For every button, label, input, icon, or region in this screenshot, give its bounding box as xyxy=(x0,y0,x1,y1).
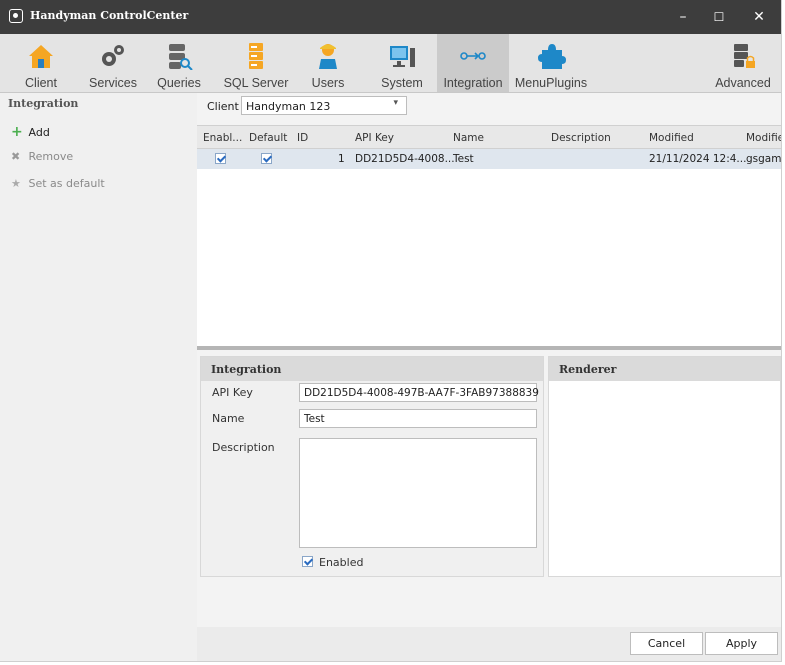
title-bar: Handyman ControlCenter – ☐ ✕ xyxy=(0,0,781,34)
integration-panel-header: Integration xyxy=(201,357,543,381)
remove-button[interactable]: ✖ Remove xyxy=(11,150,73,163)
ribbon-system-label: System xyxy=(381,76,423,90)
x-icon: ✖ xyxy=(11,150,21,163)
row-default-checkbox[interactable] xyxy=(261,153,272,164)
enabled-checkbox[interactable] xyxy=(302,556,313,567)
renderer-panel-title: Renderer xyxy=(559,363,617,376)
splitter[interactable] xyxy=(197,346,781,350)
chevron-down-icon: ▾ xyxy=(393,98,398,108)
renderer-panel: Renderer xyxy=(548,356,781,577)
apply-button[interactable]: Apply xyxy=(705,632,778,655)
puzzle-icon xyxy=(538,44,566,69)
server-stack-icon xyxy=(249,43,263,69)
grid-header: Enabl... Default ID API Key Name Descrip… xyxy=(197,126,781,149)
ribbon-integration-label: Integration xyxy=(443,76,503,90)
ribbon-integration-button[interactable]: Integration xyxy=(437,34,509,92)
ribbon-menuplugins-label: MenuPlugins xyxy=(514,76,588,90)
app-logo-icon xyxy=(9,9,23,23)
gears-icon xyxy=(102,45,124,66)
ribbon-users-label: Users xyxy=(311,76,345,90)
set-as-default-button[interactable]: ★ Set as default xyxy=(11,177,105,190)
sidebar-header: Integration xyxy=(8,97,79,110)
ribbon-system-button[interactable]: System xyxy=(370,34,434,92)
name-value: Test xyxy=(304,413,325,425)
renderer-canvas xyxy=(549,381,780,576)
ribbon-queries-label: Queries xyxy=(157,76,201,90)
name-field[interactable]: Test xyxy=(299,409,537,428)
name-label: Name xyxy=(212,412,245,425)
ribbon-menuplugins-button[interactable]: MenuPlugins xyxy=(512,34,590,92)
api-key-field[interactable]: DD21D5D4-4008-497B-AA7F-3FAB97388839 xyxy=(299,383,539,402)
client-select-value: Handyman 123 xyxy=(246,100,331,113)
maximize-button[interactable]: ☐ xyxy=(701,0,737,34)
application-window: Handyman ControlCenter – ☐ ✕ Client Serv… xyxy=(0,0,782,662)
row-enabled-checkbox[interactable] xyxy=(215,153,226,164)
house-icon xyxy=(29,45,53,68)
client-select[interactable]: Handyman 123 ▾ xyxy=(241,96,407,115)
minimize-button[interactable]: – xyxy=(665,0,701,34)
user-icon xyxy=(319,44,337,69)
row-api-key: DD21D5D4-4008... xyxy=(355,153,455,165)
column-name[interactable]: Name xyxy=(453,132,484,144)
add-button[interactable]: + Add xyxy=(11,124,50,140)
database-search-icon xyxy=(169,44,193,70)
add-label: Add xyxy=(28,126,50,139)
client-label: Client xyxy=(207,100,239,113)
star-icon: ★ xyxy=(11,177,21,190)
cancel-button[interactable]: Cancel xyxy=(630,632,703,655)
description-label: Description xyxy=(212,441,275,454)
ribbon-sql-server-button[interactable]: SQL Server xyxy=(220,34,292,92)
close-button[interactable]: ✕ xyxy=(741,0,777,34)
computer-icon xyxy=(390,46,415,67)
ribbon-services-label: Services xyxy=(89,76,137,90)
ribbon-queries-button[interactable]: Queries xyxy=(150,34,208,92)
column-description[interactable]: Description xyxy=(551,132,611,144)
footer-bar: Cancel Apply xyxy=(197,627,781,661)
table-row[interactable]: 1 DD21D5D4-4008... Test 21/11/2024 12:4.… xyxy=(197,149,781,169)
integration-arrow-icon xyxy=(460,52,486,60)
description-field[interactable] xyxy=(299,438,537,548)
ribbon-toolbar: Client Services Queries SQL Server Users… xyxy=(0,34,781,93)
main-content: Client Handyman 123 ▾ Enabl... Default I… xyxy=(197,93,781,661)
server-lock-icon xyxy=(734,44,755,68)
plus-icon: + xyxy=(11,124,23,140)
column-modified[interactable]: Modified xyxy=(649,132,694,144)
column-api-key[interactable]: API Key xyxy=(355,132,394,144)
api-key-label: API Key xyxy=(212,386,253,399)
ribbon-advanced-label: Advanced xyxy=(715,76,771,90)
ribbon-users-button[interactable]: Users xyxy=(298,34,358,92)
row-modified: 21/11/2024 12:4... xyxy=(649,153,747,165)
integrations-grid: Enabl... Default ID API Key Name Descrip… xyxy=(197,125,781,346)
integration-panel-title: Integration xyxy=(211,363,282,376)
enabled-label: Enabled xyxy=(319,556,364,569)
remove-label: Remove xyxy=(28,150,74,163)
row-modified-by: gsgama xyxy=(746,153,782,165)
renderer-panel-header: Renderer xyxy=(549,357,780,381)
sidebar: Integration + Add ✖ Remove ★ Set as defa… xyxy=(0,93,197,661)
integration-panel: Integration API Key DD21D5D4-4008-497B-A… xyxy=(200,356,544,577)
row-name: Test xyxy=(453,153,474,165)
ribbon-services-button[interactable]: Services xyxy=(82,34,144,92)
ribbon-sql-server-label: SQL Server xyxy=(223,76,289,90)
ribbon-client-label: Client xyxy=(25,76,57,90)
window-title: Handyman ControlCenter xyxy=(30,9,189,22)
api-key-value: DD21D5D4-4008-497B-AA7F-3FAB97388839 xyxy=(304,387,539,399)
row-id: 1 xyxy=(338,153,345,165)
set-as-default-label: Set as default xyxy=(28,177,105,190)
ribbon-client-button[interactable]: Client xyxy=(0,34,82,92)
ribbon-advanced-button[interactable]: Advanced xyxy=(710,34,776,92)
column-default[interactable]: Default xyxy=(249,132,287,144)
column-id[interactable]: ID xyxy=(297,132,308,144)
column-enabled[interactable]: Enabl... xyxy=(203,132,242,144)
column-modified-by[interactable]: Modifie xyxy=(746,132,781,144)
